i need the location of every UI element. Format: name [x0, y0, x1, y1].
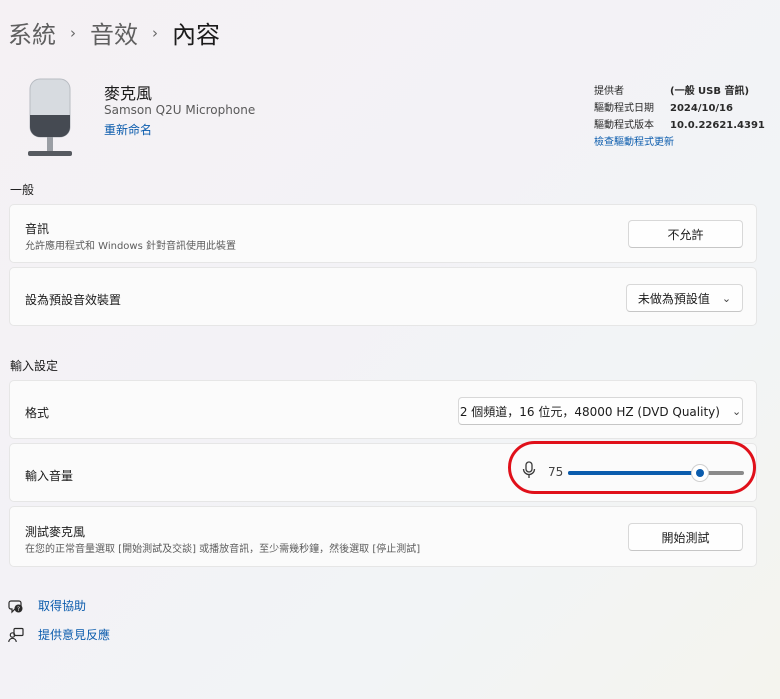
- default-device-dropdown[interactable]: 未做為預設值 ⌄: [626, 284, 743, 312]
- check-driver-update-link[interactable]: 檢查驅動程式更新: [594, 134, 674, 151]
- device-model: Samson Q2U Microphone: [104, 103, 256, 117]
- get-help-link[interactable]: ? 取得協助: [8, 597, 86, 614]
- chevron-down-icon: ⌄: [731, 404, 742, 418]
- microphone-device-icon: [28, 78, 72, 156]
- test-mic-title: 測試麥克風: [25, 525, 86, 539]
- driver-date-value: 2024/10/16: [670, 103, 733, 114]
- format-dropdown[interactable]: 2 個頻道，16 位元，48000 HZ (DVD Quality) ⌄: [458, 397, 743, 425]
- chevron-right-icon: ›: [70, 24, 76, 42]
- slider-fill: [568, 471, 700, 475]
- section-input-settings: 輸入設定: [10, 359, 59, 373]
- input-volume-control: 75: [508, 441, 758, 496]
- feedback-link[interactable]: 提供意見反應: [8, 626, 110, 643]
- test-microphone-card: 測試麥克風 在您的正常音量選取 [開始測試及交談] 或播放音訊，至少需幾秒鐘，然…: [9, 506, 757, 567]
- default-device-title: 設為預設音效裝置: [25, 293, 122, 307]
- feedback-label: 提供意見反應: [38, 628, 111, 642]
- input-volume-slider[interactable]: [568, 464, 744, 482]
- driver-date-label: 驅動程式日期: [594, 103, 654, 114]
- chevron-right-icon: ›: [152, 24, 158, 42]
- rename-link[interactable]: 重新命名: [104, 121, 152, 138]
- driver-version-value: 10.0.22621.4391: [670, 120, 765, 131]
- slider-thumb[interactable]: [691, 464, 709, 482]
- audio-subtitle: 允許應用程式和 Windows 針對音訊使用此裝置: [25, 241, 236, 252]
- svg-text:?: ?: [17, 606, 20, 613]
- breadcrumb-sound[interactable]: 音效: [90, 15, 138, 50]
- breadcrumb-system[interactable]: 系統: [8, 15, 56, 50]
- page-title: 內容: [172, 20, 220, 49]
- device-name: 麥克風: [104, 84, 153, 103]
- get-help-label: 取得協助: [38, 599, 87, 613]
- provider-label: 提供者: [594, 86, 624, 97]
- input-volume-title: 輸入音量: [25, 469, 74, 483]
- microphone-icon[interactable]: [521, 461, 537, 479]
- format-value: 2 個頻道，16 位元，48000 HZ (DVD Quality): [459, 404, 720, 419]
- test-mic-subtitle: 在您的正常音量選取 [開始測試及交談] 或播放音訊，至少需幾秒鐘，然後選取 [停…: [25, 544, 421, 555]
- section-general: 一般: [10, 183, 35, 197]
- input-volume-value: 75: [548, 465, 564, 479]
- breadcrumb: 系統 › 音效 › 內容: [8, 14, 220, 50]
- driver-version-label: 驅動程式版本: [594, 120, 654, 131]
- chevron-down-icon: ⌄: [721, 291, 732, 305]
- default-device-value: 未做為預設值: [637, 291, 710, 306]
- default-device-card: 設為預設音效裝置 未做為預設值 ⌄: [9, 267, 757, 326]
- provider-value: (一般 USB 音訊): [670, 86, 750, 97]
- feedback-icon: [8, 627, 24, 642]
- format-title: 格式: [25, 406, 50, 420]
- highlight-ring: [508, 441, 756, 494]
- driver-info: 提供者 (一般 USB 音訊) 驅動程式日期 2024/10/16 驅動程式版本…: [594, 83, 765, 151]
- help-icon: ?: [8, 599, 23, 613]
- audio-permission-card: 音訊 允許應用程式和 Windows 針對音訊使用此裝置 不允許: [9, 204, 757, 263]
- format-card: 格式 2 個頻道，16 位元，48000 HZ (DVD Quality) ⌄: [9, 380, 757, 439]
- disallow-button[interactable]: 不允許: [628, 220, 743, 248]
- audio-title: 音訊: [25, 222, 50, 236]
- start-test-button[interactable]: 開始測試: [628, 523, 743, 551]
